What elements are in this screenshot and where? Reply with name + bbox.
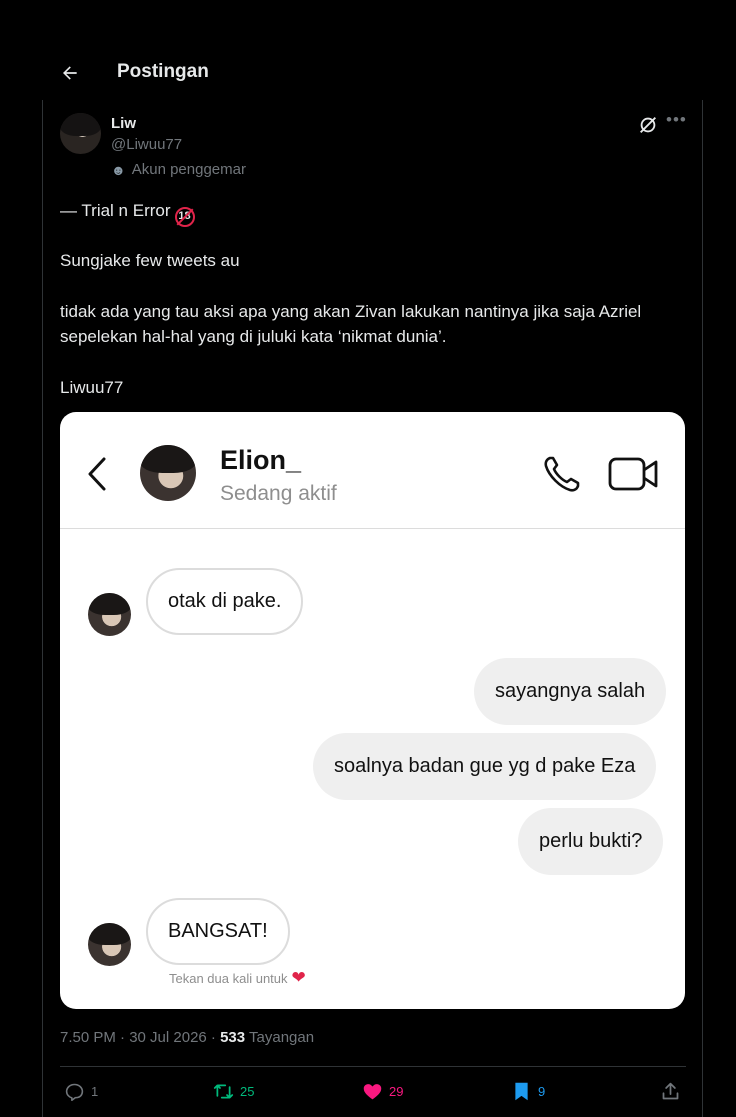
post-text-line-4: Liwuu77 bbox=[60, 378, 124, 397]
message-bubble-received: otak di pake. bbox=[146, 568, 304, 635]
double-tap-hint: Tekan dua kali untuk ❤ bbox=[169, 968, 306, 988]
post-text-line-1: — Trial n Error 18 bbox=[60, 198, 690, 227]
message-avatar bbox=[88, 923, 131, 966]
column-border-left bbox=[42, 100, 43, 1117]
author-label: ☻ Akun penggemar bbox=[111, 161, 246, 178]
chat-header: Elion_ Sedang aktif bbox=[60, 412, 685, 529]
post-meta: 7.50 PM · 30 Jul 2026 · 533 Tayangan bbox=[60, 1029, 314, 1046]
contact-name: Elion_ bbox=[220, 445, 302, 475]
views-label: Tayangan bbox=[249, 1029, 315, 1046]
back-button[interactable] bbox=[55, 58, 85, 88]
arrow-left-icon bbox=[63, 66, 77, 80]
reply-icon bbox=[65, 1083, 84, 1101]
share-button[interactable] bbox=[660, 1078, 681, 1104]
post-title: — Trial n Error bbox=[60, 201, 171, 220]
more-options-icon[interactable]: ••• bbox=[666, 110, 687, 130]
phone-icon bbox=[544, 456, 580, 492]
grok-icon[interactable] bbox=[637, 114, 659, 136]
repost-icon bbox=[213, 1084, 234, 1098]
heart-icon: ❤ bbox=[291, 968, 306, 987]
message-bubble-sent: sayangnya salah bbox=[474, 658, 667, 725]
mask-icon: ☻ bbox=[111, 161, 126, 178]
contact-status: Sedang aktif bbox=[220, 482, 337, 505]
heart-filled-icon bbox=[363, 1083, 382, 1099]
like-button[interactable]: 29 bbox=[362, 1078, 403, 1104]
post-image[interactable]: Elion_ Sedang aktif otak di pake. sayang… bbox=[60, 412, 685, 1009]
divider bbox=[60, 1066, 686, 1067]
double-tap-text: Tekan dua kali untuk bbox=[169, 970, 288, 986]
bookmark-filled-icon bbox=[515, 1082, 528, 1100]
message-bubble-received: BANGSAT! bbox=[146, 898, 290, 965]
views-count: 533 bbox=[220, 1029, 246, 1046]
post-text-line-2: Sungjake few tweets au bbox=[60, 251, 240, 270]
like-count: 29 bbox=[389, 1083, 404, 1099]
post-timestamp[interactable]: 7.50 PM · 30 Jul 2026 · bbox=[60, 1029, 216, 1046]
age-18-badge-icon: 18 bbox=[174, 206, 195, 227]
column-border-right bbox=[702, 100, 703, 1117]
bookmark-button[interactable]: 9 bbox=[511, 1078, 545, 1104]
video-camera-icon bbox=[608, 457, 658, 491]
post-text-line-3: tidak ada yang tau aksi apa yang akan Zi… bbox=[60, 302, 642, 346]
bookmark-count: 9 bbox=[538, 1083, 546, 1099]
repost-button[interactable]: 25 bbox=[213, 1078, 254, 1104]
reply-count: 1 bbox=[91, 1083, 99, 1099]
message-bubble-sent: perlu bukti? bbox=[518, 808, 664, 875]
contact-avatar bbox=[140, 445, 196, 501]
message-bubble-sent: soalnya badan gue yg d pake Eza bbox=[313, 733, 657, 800]
author-handle[interactable]: @Liwuu77 bbox=[111, 136, 182, 153]
message-avatar bbox=[88, 593, 131, 636]
page-title: Postingan bbox=[117, 61, 209, 82]
top-bar: Postingan bbox=[0, 0, 736, 100]
author-avatar[interactable] bbox=[60, 113, 101, 154]
repost-count: 25 bbox=[240, 1083, 255, 1099]
reply-button[interactable]: 1 bbox=[64, 1078, 98, 1104]
author-name[interactable]: Liw bbox=[111, 115, 136, 132]
share-icon bbox=[662, 1082, 679, 1099]
chevron-left-icon bbox=[88, 457, 106, 491]
author-label-text: Akun penggemar bbox=[131, 161, 246, 178]
